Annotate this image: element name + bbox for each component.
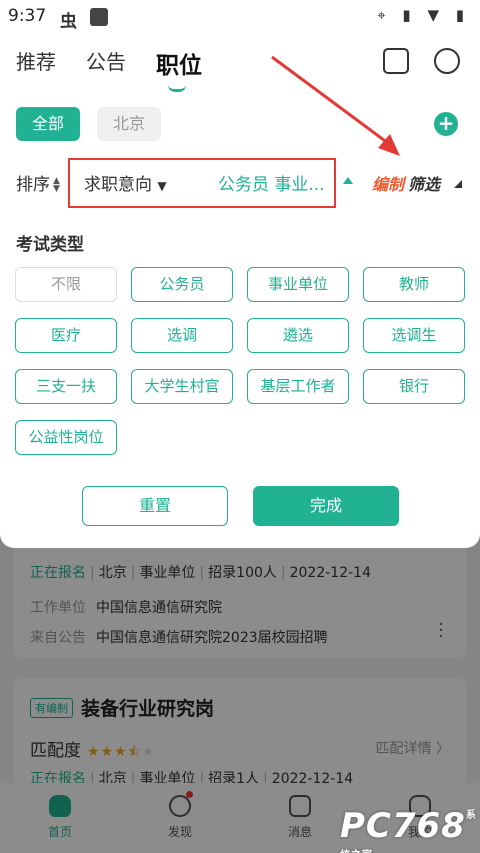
watermark-logo: PC768系统之家 bbox=[340, 806, 480, 853]
arrow-line bbox=[271, 55, 393, 148]
watermark-text: PC768 bbox=[340, 806, 466, 846]
annotation-arrow bbox=[271, 55, 400, 156]
